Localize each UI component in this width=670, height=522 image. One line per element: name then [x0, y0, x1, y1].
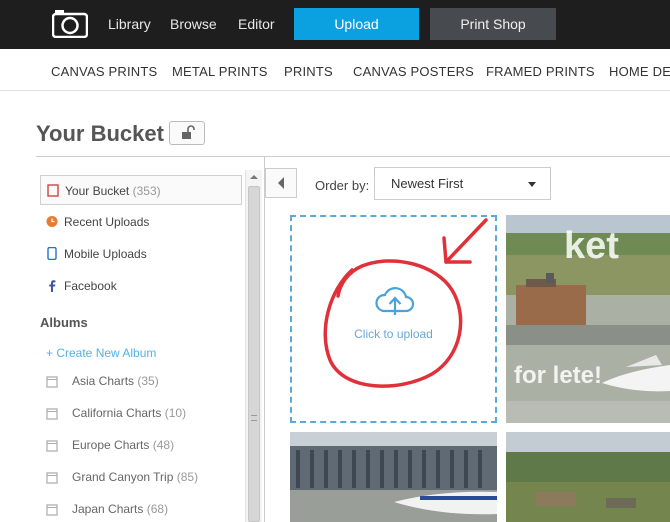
- cloud-upload-icon: [375, 287, 415, 315]
- sidebar-item-facebook[interactable]: Facebook: [40, 271, 242, 301]
- album-label: California Charts: [72, 406, 162, 420]
- unlock-icon: [182, 125, 195, 139]
- upload-dropzone[interactable]: Click to upload: [290, 215, 497, 423]
- upload-button[interactable]: Upload: [294, 8, 419, 40]
- album-item[interactable]: Asia Charts (35): [44, 371, 159, 391]
- category-prints[interactable]: PRINTS: [284, 64, 333, 79]
- album-icon: [46, 440, 58, 452]
- category-canvas-posters[interactable]: CANVAS POSTERS: [353, 64, 474, 79]
- album-count: (48): [152, 438, 175, 452]
- camera-logo-icon[interactable]: [52, 10, 88, 38]
- nav-editor[interactable]: Editor: [238, 16, 275, 32]
- album-label: Europe Charts: [72, 438, 150, 452]
- nav-browse[interactable]: Browse: [170, 16, 217, 32]
- scrollbar-thumb[interactable]: [248, 186, 260, 522]
- photo-thumbnail[interactable]: ket for lete!: [506, 215, 670, 423]
- photo-watermark-caption: for lete!: [514, 362, 602, 389]
- albums-heading: Albums: [40, 315, 88, 330]
- category-home-decor[interactable]: HOME DE: [609, 64, 670, 79]
- print-shop-button[interactable]: Print Shop: [430, 8, 556, 40]
- scroll-up-arrow-icon[interactable]: [246, 170, 262, 184]
- facebook-icon: [49, 280, 56, 292]
- chevron-down-icon: [528, 182, 536, 187]
- top-nav-bar: Library Browse Editor Upload Print Shop: [0, 0, 670, 49]
- album-count: (68): [146, 502, 169, 516]
- sidebar-item-label: Facebook: [64, 279, 117, 293]
- photo-watermark: ket: [564, 225, 619, 267]
- photo-airport-terminal: [290, 432, 497, 522]
- sidebar-item-mobile-uploads[interactable]: Mobile Uploads: [40, 239, 242, 269]
- sidebar-item-label: Your Bucket: [65, 184, 130, 198]
- page-title: Your Bucket: [36, 121, 164, 146]
- chevron-left-icon: [278, 177, 284, 189]
- sidebar-item-recent-uploads[interactable]: Recent Uploads: [40, 207, 242, 237]
- upload-label: Click to upload: [354, 327, 433, 341]
- album-label: Asia Charts: [72, 374, 135, 388]
- category-framed-prints[interactable]: FRAMED PRINTS: [486, 64, 595, 79]
- sidebar: Your Bucket (353) Recent Uploads Mobile …: [36, 157, 265, 522]
- album-icon: [46, 376, 58, 388]
- photo-airport-aerial: ket for lete!: [506, 215, 670, 423]
- photo-landscape-aerial: [506, 432, 670, 522]
- category-metal-prints[interactable]: METAL PRINTS: [172, 64, 268, 79]
- scroll-grip: [251, 415, 257, 421]
- collapse-sidebar-button[interactable]: [265, 168, 297, 198]
- clock-icon: [46, 216, 58, 227]
- sidebar-item-count: (353): [132, 184, 161, 198]
- sidebar-item-your-bucket[interactable]: Your Bucket (353): [40, 175, 242, 205]
- sidebar-item-label: Mobile Uploads: [64, 247, 147, 261]
- album-icon: [46, 504, 58, 516]
- category-canvas-prints[interactable]: CANVAS PRINTS: [51, 64, 157, 79]
- album-icon: [46, 408, 58, 420]
- album-item[interactable]: California Charts (10): [44, 403, 186, 423]
- bucket-icon: [47, 184, 59, 197]
- album-count: (10): [164, 406, 187, 420]
- nav-library[interactable]: Library: [108, 16, 151, 32]
- sidebar-item-label: Recent Uploads: [64, 215, 150, 229]
- photo-thumbnail[interactable]: [290, 432, 497, 522]
- order-by-value: Newest First: [391, 176, 464, 191]
- album-label: Japan Charts: [72, 502, 144, 516]
- album-label: Grand Canyon Trip: [72, 470, 174, 484]
- album-item[interactable]: Europe Charts (48): [44, 435, 174, 455]
- album-icon: [46, 472, 58, 484]
- category-bar: CANVAS PRINTS METAL PRINTS PRINTS CANVAS…: [0, 49, 670, 91]
- album-item[interactable]: Grand Canyon Trip (85): [44, 467, 198, 487]
- phone-icon: [47, 247, 57, 260]
- sidebar-scrollbar[interactable]: [245, 170, 262, 522]
- photo-thumbnail[interactable]: [506, 432, 670, 522]
- album-count: (35): [137, 374, 159, 388]
- album-count: (85): [176, 470, 199, 484]
- album-item[interactable]: Japan Charts (68): [44, 499, 168, 519]
- privacy-lock-button[interactable]: [169, 121, 205, 145]
- order-by-select[interactable]: Newest First: [374, 167, 551, 200]
- create-album-link[interactable]: + Create New Album: [46, 346, 156, 360]
- order-by-label: Order by:: [315, 178, 370, 193]
